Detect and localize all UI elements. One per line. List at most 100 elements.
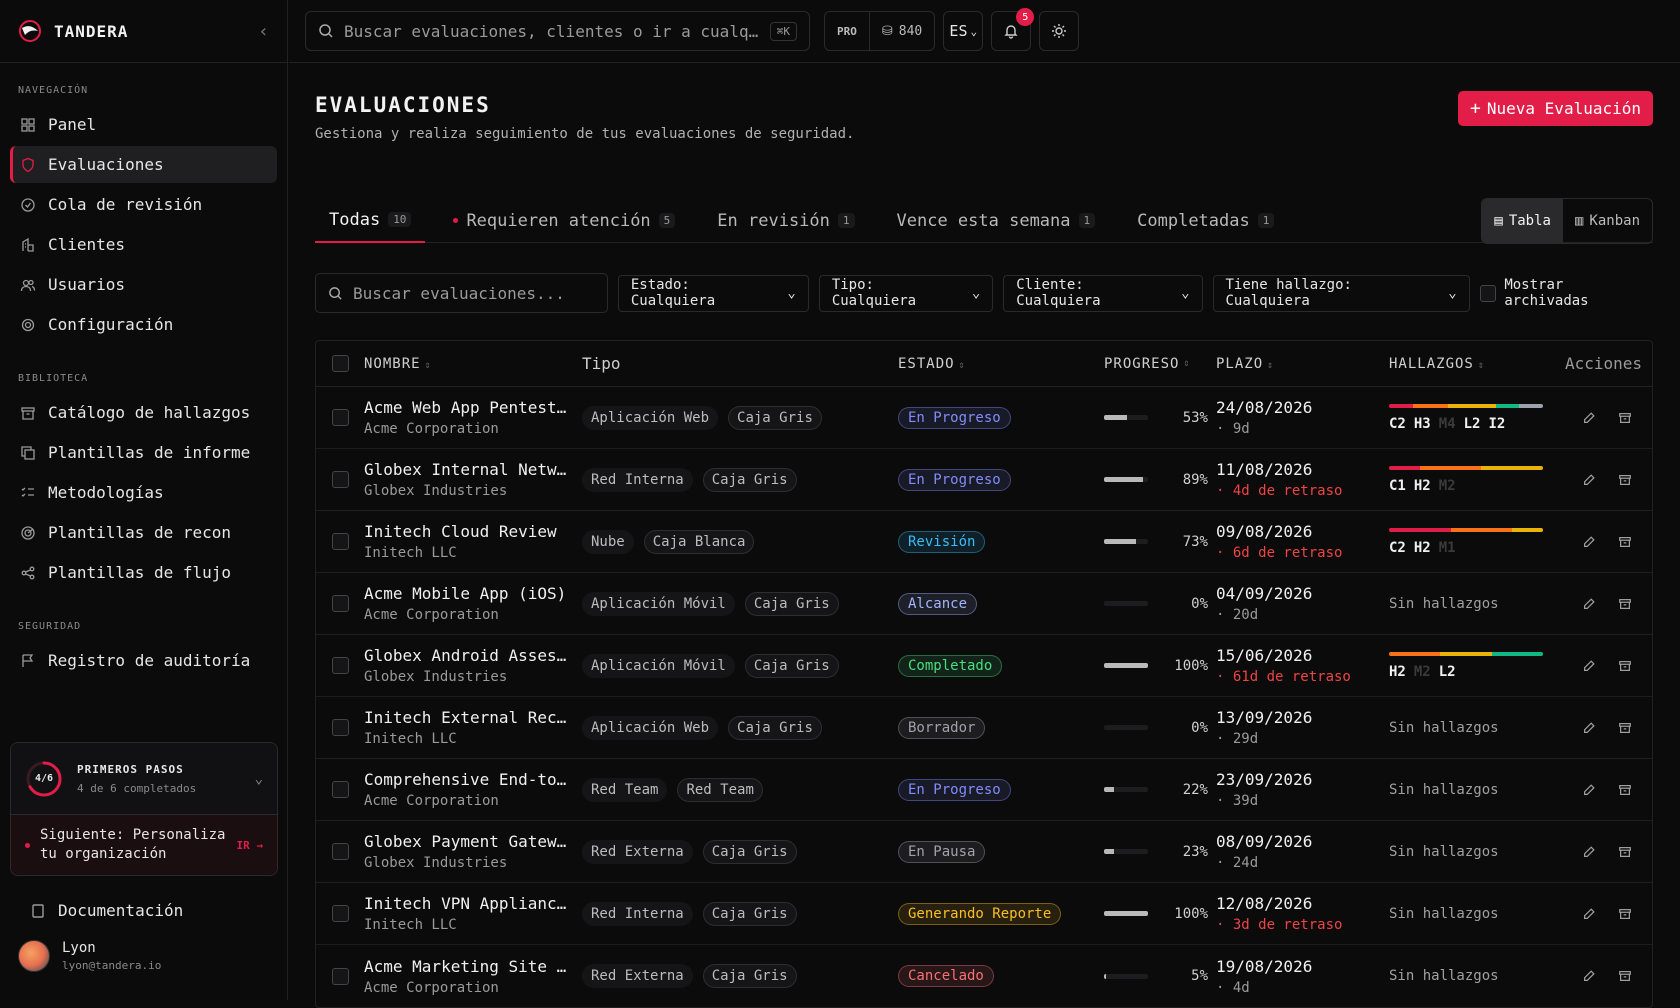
archive-icon[interactable] <box>1618 473 1632 487</box>
table-row[interactable]: Acme Mobile App (iOS) Acme Corporation Apl… <box>316 573 1652 635</box>
tab-requieren-atenci-n[interactable]: Requieren atención 5 <box>439 199 689 243</box>
edit-icon[interactable] <box>1582 783 1596 797</box>
evaluation-name[interactable]: Initech VPN Applianc… <box>364 894 582 913</box>
go-link[interactable]: IR → <box>237 839 264 852</box>
global-search[interactable]: Buscar evaluaciones, clientes o ir a cua… <box>305 11 810 51</box>
evaluation-name[interactable]: Acme Web App Pentest… <box>364 398 582 417</box>
view-kanban-button[interactable]: ▥ Kanban <box>1563 199 1652 243</box>
show-archived-checkbox[interactable] <box>1479 284 1497 302</box>
row-checkbox[interactable] <box>331 905 349 922</box>
user-profile[interactable]: Lyon lyon@tandera.io <box>18 940 161 972</box>
archive-icon[interactable] <box>1618 907 1632 921</box>
col-name[interactable]: NOMBRE ⇕ <box>364 356 582 372</box>
table-row[interactable]: Initech Cloud Review Initech LLC Nube Caja … <box>316 511 1652 573</box>
edit-icon[interactable] <box>1582 473 1596 487</box>
filter-estado[interactable]: Estado: Cualquiera ⌄ <box>617 274 809 312</box>
row-checkbox[interactable] <box>331 657 349 674</box>
collapse-sidebar-icon[interactable]: ‹ <box>258 21 269 42</box>
row-checkbox[interactable] <box>331 595 349 612</box>
evaluation-name-cell[interactable]: Comprehensive End-to… Acme Corporation <box>364 770 582 809</box>
edit-icon[interactable] <box>1582 411 1596 425</box>
table-row[interactable]: Initech External Rec… Initech LLC Aplicaci… <box>316 697 1652 759</box>
evaluation-name-cell[interactable]: Globex Android Asses… Globex Industries <box>364 646 582 685</box>
chevron-down-icon[interactable]: ⌄ <box>255 771 263 787</box>
edit-icon[interactable] <box>1582 597 1596 611</box>
sidebar-item-panel[interactable]: Panel <box>10 106 277 143</box>
evaluation-name-cell[interactable]: Initech Cloud Review Initech LLC <box>364 522 582 561</box>
table-row[interactable]: Globex Android Asses… Globex Industries Ap… <box>316 635 1652 697</box>
archive-icon[interactable] <box>1618 721 1632 735</box>
sidebar-item-plantillas-de-recon[interactable]: Plantillas de recon <box>10 514 277 551</box>
col-due[interactable]: PLAZO ⇕ <box>1216 356 1389 372</box>
tab-vence-esta-semana[interactable]: Vence esta semana 1 <box>883 199 1110 243</box>
table-row[interactable]: Acme Marketing Site … Acme Corporation Red… <box>316 945 1652 1007</box>
sidebar-item-metodolog-as[interactable]: Metodologías <box>10 474 277 511</box>
evaluation-name[interactable]: Initech External Rec… <box>364 708 582 727</box>
language-select[interactable]: ES ⌄ <box>943 11 984 51</box>
evaluation-name-cell[interactable]: Initech VPN Applianc… Initech LLC <box>364 894 582 933</box>
table-row[interactable]: Acme Web App Pentest… Acme Corporation Apl… <box>316 387 1652 449</box>
sidebar-item-clientes[interactable]: Clientes <box>10 226 277 263</box>
row-checkbox[interactable] <box>331 533 349 550</box>
evaluation-name-cell[interactable]: Globex Internal Netw… Globex Industries <box>364 460 582 499</box>
edit-icon[interactable] <box>1582 845 1596 859</box>
edit-icon[interactable] <box>1582 721 1596 735</box>
evaluation-name[interactable]: Acme Mobile App (iOS) <box>364 584 582 603</box>
show-archived-toggle[interactable]: Mostrar archivadas <box>1479 277 1653 309</box>
view-table-button[interactable]: ▤ Tabla <box>1482 199 1563 243</box>
evaluation-name[interactable]: Comprehensive End-to… <box>364 770 582 789</box>
evaluation-name[interactable]: Acme Marketing Site … <box>364 957 582 976</box>
row-checkbox[interactable] <box>331 471 349 488</box>
col-state[interactable]: ESTADO ⇕ <box>898 356 1104 372</box>
evaluation-search[interactable]: Buscar evaluaciones... <box>315 273 608 313</box>
theme-toggle[interactable] <box>1039 11 1080 51</box>
evaluation-name-cell[interactable]: Globex Payment Gatew… Globex Industries <box>364 832 582 871</box>
evaluation-search-input[interactable]: Buscar evaluaciones... <box>353 284 565 303</box>
select-all-checkbox[interactable] <box>331 355 349 372</box>
global-search-input[interactable]: Buscar evaluaciones, clientes o ir a cua… <box>344 22 758 41</box>
archive-icon[interactable] <box>1618 597 1632 611</box>
evaluation-name[interactable]: Globex Android Asses… <box>364 646 582 665</box>
tab-completadas[interactable]: Completadas 1 <box>1123 199 1288 243</box>
sidebar-item-docs[interactable]: Documentación <box>20 892 288 929</box>
filter-cliente[interactable]: Cliente: Cualquiera ⌄ <box>1003 274 1203 312</box>
sidebar-item-evaluaciones[interactable]: Evaluaciones <box>10 146 277 183</box>
filter-hallazgo[interactable]: Tiene hallazgo: Cualquiera ⌄ <box>1212 274 1470 312</box>
table-row[interactable]: Globex Payment Gatew… Globex Industries Re… <box>316 821 1652 883</box>
sidebar-item-plantillas-de-informe[interactable]: Plantillas de informe <box>10 434 277 471</box>
evaluation-name[interactable]: Initech Cloud Review <box>364 522 582 541</box>
table-row[interactable]: Comprehensive End-to… Acme Corporation Red… <box>316 759 1652 821</box>
evaluation-name-cell[interactable]: Initech External Rec… Initech LLC <box>364 708 582 747</box>
evaluation-name-cell[interactable]: Acme Marketing Site … Acme Corporation <box>364 957 582 996</box>
edit-icon[interactable] <box>1582 969 1596 983</box>
getting-started-card[interactable]: 4/6 PRIMEROS PASOS 4 de 6 completados ⌄ … <box>10 742 278 876</box>
row-checkbox[interactable] <box>331 967 349 985</box>
notifications-button[interactable]: 5 <box>991 8 1035 51</box>
next-step[interactable]: Siguiente: Personaliza tu organización I… <box>11 815 277 875</box>
sidebar-item-usuarios[interactable]: Usuarios <box>10 266 277 303</box>
sidebar-item-registro-de-auditor-a[interactable]: Registro de auditoría <box>10 642 277 679</box>
sidebar-item-cola-de-revisi-n[interactable]: Cola de revisión <box>10 186 277 223</box>
table-row[interactable]: Initech VPN Applianc… Initech LLC Red Inte… <box>316 883 1652 945</box>
edit-icon[interactable] <box>1582 907 1596 921</box>
row-checkbox[interactable] <box>331 719 349 736</box>
sidebar-item-configuraci-n[interactable]: Configuración <box>10 306 277 343</box>
new-evaluation-button[interactable]: + Nueva Evaluación <box>1458 91 1653 126</box>
archive-icon[interactable] <box>1618 969 1632 983</box>
plan-badge[interactable]: PRO <box>825 12 869 50</box>
row-checkbox[interactable] <box>331 843 349 860</box>
archive-icon[interactable] <box>1618 845 1632 859</box>
col-progress[interactable]: PROGRESO ⇕ <box>1104 356 1216 372</box>
archive-icon[interactable] <box>1618 535 1632 549</box>
row-checkbox[interactable] <box>331 781 349 798</box>
col-findings[interactable]: HALLAZGOS ⇕ <box>1389 356 1562 372</box>
evaluation-name-cell[interactable]: Acme Mobile App (iOS) Acme Corporation <box>364 584 582 623</box>
filter-tipo[interactable]: Tipo: Cualquiera ⌄ <box>818 274 994 312</box>
archive-icon[interactable] <box>1618 783 1632 797</box>
edit-icon[interactable] <box>1582 659 1596 673</box>
edit-icon[interactable] <box>1582 535 1596 549</box>
credits[interactable]: ⛁ 840 <box>868 12 934 50</box>
evaluation-name[interactable]: Globex Internal Netw… <box>364 460 582 479</box>
sidebar-item-plantillas-de-flujo[interactable]: Plantillas de flujo <box>10 554 277 591</box>
tab-en-revisi-n[interactable]: En revisión 1 <box>703 199 868 243</box>
